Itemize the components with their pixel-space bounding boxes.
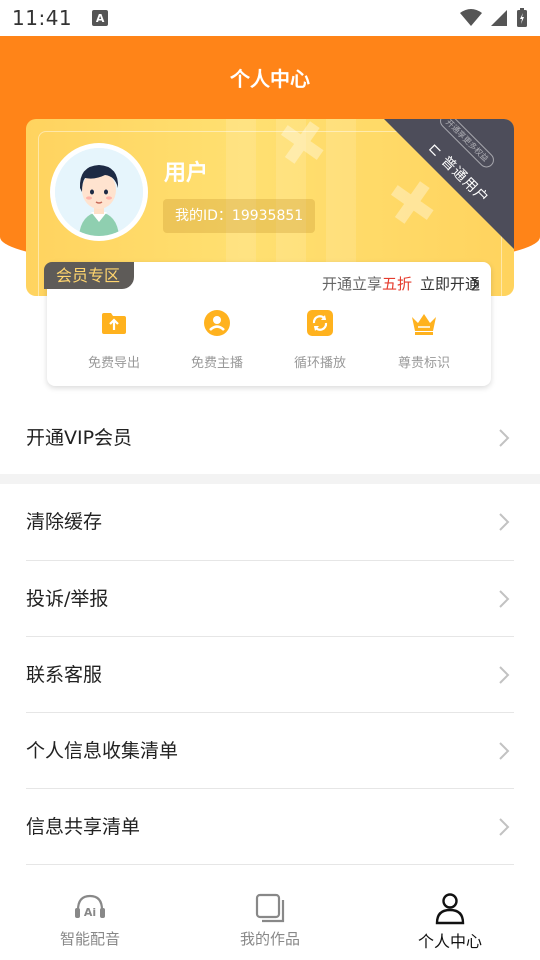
benefit-vip-badge[interactable]: 尊贵标识 bbox=[379, 308, 469, 371]
anchor-icon bbox=[204, 310, 230, 336]
export-folder-icon bbox=[102, 313, 126, 334]
section-divider bbox=[0, 474, 540, 484]
menu-item-open-vip[interactable]: 开通VIP会员 bbox=[0, 400, 540, 476]
tab-personal-center[interactable]: 个人中心 bbox=[360, 880, 540, 960]
tab-my-works[interactable]: 我的作品 bbox=[180, 880, 360, 960]
menu-item-clear-cache[interactable]: 清除缓存 bbox=[0, 484, 540, 560]
crown-icon bbox=[412, 314, 436, 335]
bottom-nav: Ai 智能配音 我的作品 个人中心 bbox=[0, 880, 540, 960]
avatar-illustration bbox=[55, 148, 143, 236]
ai-headset-icon: Ai bbox=[75, 894, 105, 919]
avatar[interactable] bbox=[50, 143, 148, 241]
user-id: 我的ID：19935851 bbox=[163, 199, 316, 233]
menu-item-report[interactable]: 投诉/举报 bbox=[0, 561, 540, 637]
user-level-corner: 开通享更多权益 ⊏ 普通用户 bbox=[384, 119, 514, 249]
chevron-right-icon bbox=[499, 513, 510, 531]
loop-icon bbox=[307, 310, 333, 336]
menu-item-info-sharing-list[interactable]: 信息共享清单 bbox=[0, 789, 540, 865]
a-icon: A bbox=[92, 10, 109, 26]
benefit-free-anchor[interactable]: 免费主播 bbox=[172, 308, 262, 371]
chevron-right-icon bbox=[499, 429, 510, 447]
menu-item-personal-info-list[interactable]: 个人信息收集清单 bbox=[0, 713, 540, 789]
wifi-icon bbox=[460, 9, 482, 26]
corner-ribbon bbox=[384, 119, 514, 249]
page-title: 个人中心 bbox=[230, 67, 310, 91]
status-icons bbox=[460, 8, 528, 28]
username: 用户 bbox=[164, 161, 209, 186]
status-bar: 11:41 A bbox=[0, 0, 540, 36]
benefit-loop-play[interactable]: 循环播放 bbox=[275, 308, 365, 371]
svg-text:Ai: Ai bbox=[84, 906, 96, 919]
battery-icon bbox=[517, 8, 527, 27]
tab-smart-dubbing[interactable]: Ai 智能配音 bbox=[0, 880, 180, 960]
signal-icon bbox=[491, 10, 507, 26]
chevron-right-icon[interactable] bbox=[471, 277, 479, 291]
status-time: 11:41 bbox=[12, 6, 73, 30]
benefit-free-export[interactable]: 免费导出 bbox=[69, 308, 159, 371]
promo-highlight: 五折 bbox=[381, 275, 412, 293]
menu-item-customer-service[interactable]: 联系客服 bbox=[0, 637, 540, 713]
chevron-right-icon bbox=[499, 590, 510, 608]
chevron-right-icon bbox=[499, 742, 510, 760]
chevron-right-icon bbox=[499, 666, 510, 684]
profile-icon bbox=[435, 893, 465, 925]
chevron-right-icon bbox=[499, 818, 510, 836]
promo-text: 开通立享五折 bbox=[321, 275, 412, 293]
divider bbox=[26, 864, 514, 865]
works-icon bbox=[255, 893, 285, 923]
member-zone-tag: 会员专区 bbox=[44, 262, 134, 289]
